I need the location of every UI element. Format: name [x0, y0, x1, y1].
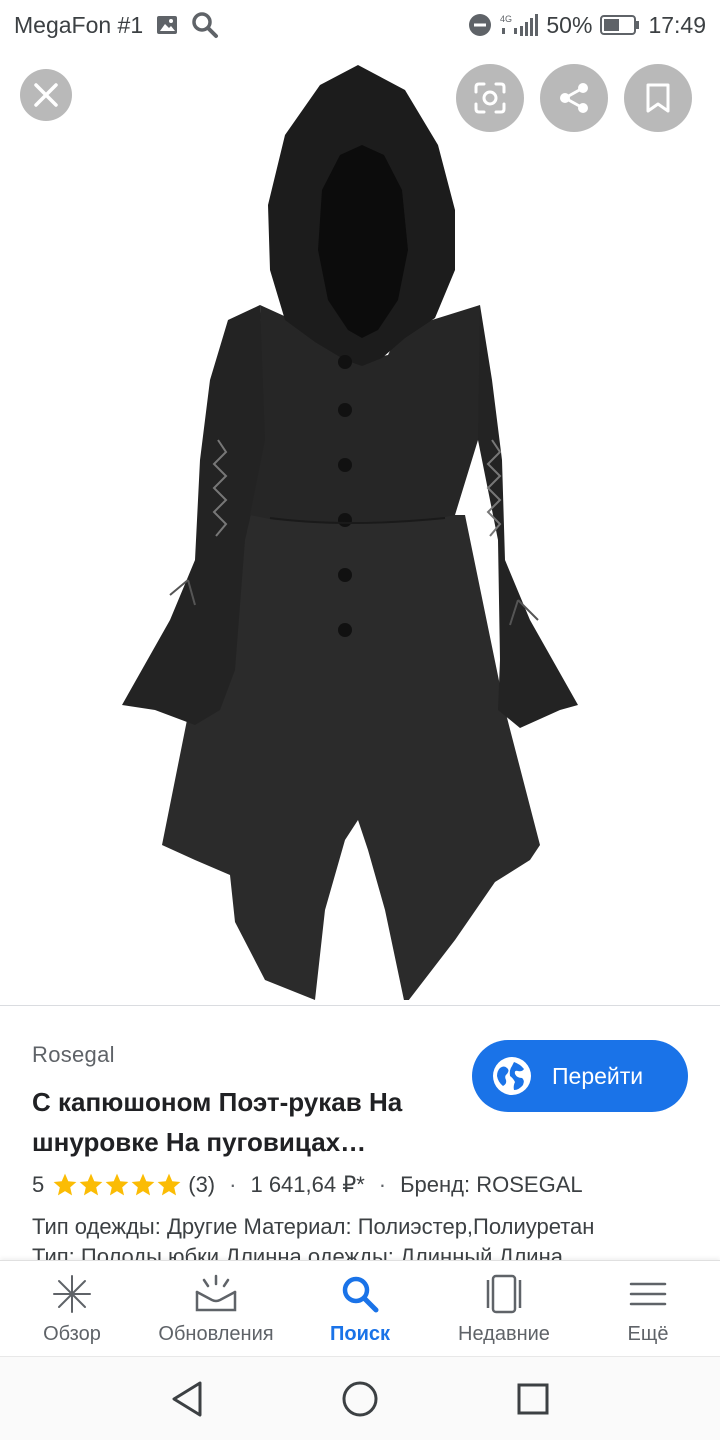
- menu-icon: [628, 1273, 668, 1315]
- close-icon: [34, 83, 58, 107]
- recent-icon: [482, 1273, 526, 1315]
- search-icon: [340, 1273, 380, 1315]
- rating-value: 5: [32, 1172, 45, 1197]
- separator-dot: ·: [229, 1172, 237, 1197]
- visit-button-label: Перейти: [552, 1062, 644, 1089]
- star-icon: [53, 1173, 77, 1196]
- system-navigation-bar: [0, 1356, 720, 1440]
- search-status-icon: [191, 11, 219, 39]
- brand: Бренд: ROSEGAL: [400, 1172, 583, 1197]
- home-button[interactable]: [330, 1369, 390, 1429]
- back-button[interactable]: [157, 1369, 217, 1429]
- nav-label: Недавние: [458, 1323, 550, 1345]
- home-circle-icon: [342, 1381, 378, 1416]
- lens-button[interactable]: [456, 64, 524, 132]
- battery-icon: [600, 14, 640, 36]
- recents-button[interactable]: [503, 1369, 563, 1429]
- lens-icon: [474, 82, 506, 114]
- clock: 17:49: [648, 11, 706, 38]
- asterisk-icon: [52, 1273, 92, 1315]
- star-icon: [131, 1173, 155, 1196]
- product-info-panel: Rosegal С капюшоном Поэт-рукав На шнуров…: [0, 1006, 720, 1260]
- product-title[interactable]: С капюшоном Поэт-рукав На шнуровке На пу…: [32, 1082, 452, 1162]
- description-line: Тип одежды: Другие Материал: Полиэстер,П…: [32, 1214, 595, 1239]
- meta-row: 5 (3) · 1 641,64 ₽* · Бренд: ROSEGAL: [32, 1172, 583, 1198]
- nav-label: Поиск: [329, 1323, 391, 1345]
- star-icon: [105, 1173, 129, 1196]
- carrier-name: MegaFon #1: [14, 11, 144, 38]
- star-icon: [157, 1173, 181, 1196]
- bottom-navigation: Обзор Обновления Поиск Недавние Ещё: [0, 1260, 720, 1356]
- nav-label: Обновления: [158, 1323, 274, 1345]
- nav-discover[interactable]: Обзор: [0, 1261, 144, 1356]
- share-icon: [560, 83, 588, 113]
- recents-square-icon: [517, 1383, 549, 1414]
- bookmark-icon: [646, 83, 670, 113]
- source-site[interactable]: Rosegal: [32, 1042, 115, 1068]
- nav-label: Обзор: [43, 1323, 101, 1345]
- nav-more[interactable]: Ещё: [576, 1261, 720, 1356]
- image-viewer: [0, 50, 720, 1005]
- bookmark-button[interactable]: [624, 64, 692, 132]
- nav-updates[interactable]: Обновления: [144, 1261, 288, 1356]
- battery-percent: 50%: [546, 11, 593, 38]
- globe-icon: [493, 1057, 531, 1095]
- status-bar: MegaFon #1 4G 50% 17:49: [0, 0, 720, 50]
- updates-icon: [194, 1273, 238, 1315]
- dnd-icon: [468, 13, 492, 37]
- svg-text:4G: 4G: [500, 14, 512, 24]
- product-image[interactable]: [100, 60, 600, 1000]
- review-count: (3): [188, 1172, 216, 1197]
- gallery-icon: [155, 13, 179, 37]
- nav-label: Ещё: [627, 1323, 669, 1345]
- screen: MegaFon #1 4G 50% 17:49 Rosegal С капюшо…: [0, 0, 720, 1440]
- product-description: Тип одежды: Другие Материал: Полиэстер,П…: [32, 1212, 712, 1260]
- back-triangle-icon: [172, 1381, 202, 1416]
- share-button[interactable]: [540, 64, 608, 132]
- separator-dot: ·: [378, 1172, 387, 1197]
- close-button[interactable]: [20, 69, 72, 121]
- price: 1 641,64 ₽*: [250, 1172, 365, 1197]
- signal-icon: 4G: [500, 12, 539, 38]
- nav-recent[interactable]: Недавние: [432, 1261, 576, 1356]
- star-icon: [79, 1173, 103, 1196]
- description-line: Тип: Полоды юбки Длинна одежды: Длинный …: [32, 1244, 563, 1260]
- nav-search[interactable]: Поиск: [288, 1261, 432, 1356]
- visit-button[interactable]: Перейти: [472, 1040, 688, 1112]
- rating-stars: [52, 1172, 182, 1198]
